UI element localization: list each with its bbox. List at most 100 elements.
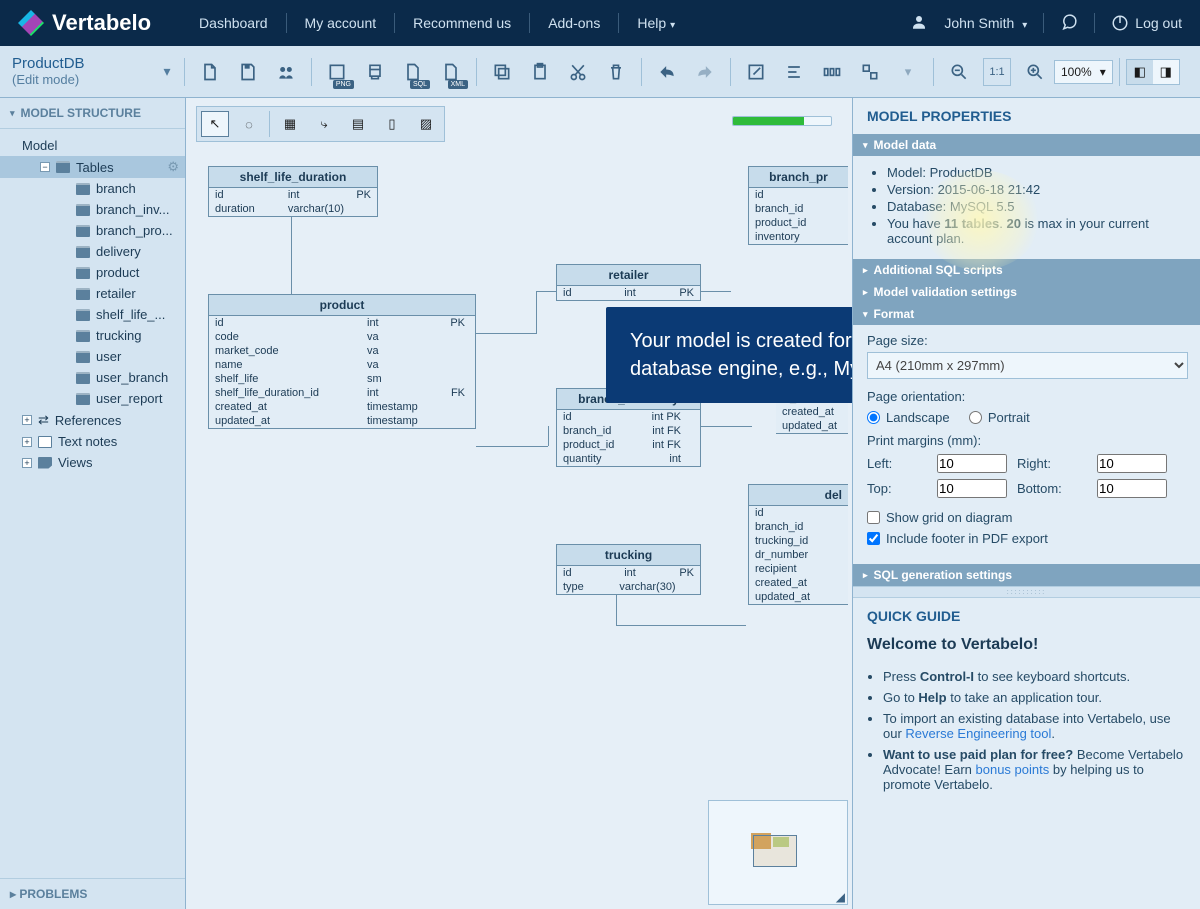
chat-icon[interactable] <box>1060 13 1078 34</box>
logout-button[interactable]: Log out <box>1111 14 1182 32</box>
delete-icon[interactable] <box>602 58 630 86</box>
edit-icon[interactable] <box>742 58 770 86</box>
export-sql-icon[interactable]: SQL <box>399 58 427 86</box>
section-format[interactable]: ▾Format <box>853 303 1200 325</box>
orientation-portrait-radio[interactable] <box>969 411 982 424</box>
select-area-icon[interactable]: ◌ <box>235 111 263 137</box>
entity-retailer[interactable]: retailer idintPK <box>556 264 701 301</box>
nav-help[interactable]: Help▾ <box>619 15 693 31</box>
tree-tables-group[interactable]: − Tables ⚙ <box>0 156 185 178</box>
print-icon[interactable] <box>361 58 389 86</box>
entity-product[interactable]: product idintPKcodevamarket_codevanameva… <box>208 294 476 429</box>
margin-bottom-input[interactable] <box>1097 479 1167 498</box>
entity-trucking[interactable]: trucking idintPKtypevarchar(30) <box>556 544 701 595</box>
brand-logo[interactable]: Vertabelo <box>18 10 151 36</box>
undo-icon[interactable] <box>653 58 681 86</box>
gear-icon[interactable]: ⚙ <box>167 159 179 175</box>
include-footer-checkbox[interactable] <box>867 532 880 545</box>
save-icon[interactable] <box>234 58 262 86</box>
tree-table-trucking[interactable]: trucking <box>0 325 185 346</box>
panel-resize-handle[interactable]: :::::::::: <box>853 586 1200 598</box>
page-size-select[interactable]: A4 (210mm x 297mm) <box>867 352 1188 379</box>
tree-views[interactable]: +Views <box>0 452 185 473</box>
panel-view-toggle[interactable]: ◧ ◨ <box>1126 59 1180 85</box>
export-png-icon[interactable]: PNG <box>323 58 351 86</box>
nav-recommend[interactable]: Recommend us <box>395 15 529 31</box>
model-structure-header[interactable]: ▾MODEL STRUCTURE <box>0 98 185 129</box>
cut-icon[interactable] <box>564 58 592 86</box>
quick-tip-help: Go to Help to take an application tour. <box>883 687 1186 708</box>
tree-table-product[interactable]: product <box>0 262 185 283</box>
tree-text-notes[interactable]: +Text notes <box>0 431 185 452</box>
reverse-engineering-link[interactable]: Reverse Engineering tool <box>905 726 1051 741</box>
add-note-icon[interactable]: ▯ <box>378 111 406 137</box>
tree-table-retailer[interactable]: retailer <box>0 283 185 304</box>
user-name-dropdown[interactable]: John Smith ▾ <box>944 15 1027 31</box>
quick-guide-welcome: Welcome to Vertabelo! <box>867 636 1186 654</box>
add-reference-icon[interactable]: ⤷ <box>310 111 338 137</box>
align-icon[interactable] <box>780 58 808 86</box>
tree-table-delivery[interactable]: delivery <box>0 241 185 262</box>
user-icon <box>910 13 928 34</box>
entity-branch-pr[interactable]: branch_pr idbranch_idproduct_idinventory <box>748 166 848 245</box>
redo-icon[interactable] <box>691 58 719 86</box>
nav-addons[interactable]: Add-ons <box>530 15 618 31</box>
distribute-h-icon[interactable] <box>818 58 846 86</box>
add-view-icon[interactable]: ▤ <box>344 111 372 137</box>
zoom-fit-icon[interactable]: 1:1 <box>983 58 1011 86</box>
distribute-v-icon[interactable] <box>856 58 884 86</box>
add-area-icon[interactable]: ▨ <box>412 111 440 137</box>
table-icon <box>76 393 90 405</box>
zoom-in-icon[interactable] <box>1021 58 1049 86</box>
tree-references[interactable]: +⇄References <box>0 409 185 431</box>
section-validation[interactable]: ▸Model validation settings <box>853 281 1200 303</box>
share-icon[interactable] <box>272 58 300 86</box>
section-model-data[interactable]: ▾Model data <box>853 134 1200 156</box>
arrange-icon[interactable]: ▾ <box>894 58 922 86</box>
tree-table-branch_inv[interactable]: branch_inv... <box>0 199 185 220</box>
canvas-toolbar: ↖ ◌ ▦ ⤷ ▤ ▯ ▨ <box>196 106 445 142</box>
copy-icon[interactable] <box>488 58 516 86</box>
pointer-tool-icon[interactable]: ↖ <box>201 111 229 137</box>
section-sql-generation[interactable]: ▸SQL generation settings <box>853 564 1200 586</box>
minimap[interactable]: ◢ <box>708 800 848 905</box>
orientation-landscape-radio[interactable] <box>867 411 880 424</box>
entity-shelf-life-duration[interactable]: shelf_life_duration idintPKdurationvarch… <box>208 166 378 217</box>
table-icon <box>76 309 90 321</box>
tree-table-branch[interactable]: branch <box>0 178 185 199</box>
margin-left-input[interactable] <box>937 454 1007 473</box>
model-dropdown-icon[interactable]: ▾ <box>156 63 178 80</box>
model-title[interactable]: ProductDB (Edit mode) <box>12 56 85 87</box>
section-additional-sql[interactable]: ▸Additional SQL scripts <box>853 259 1200 281</box>
tree-table-branch_pro[interactable]: branch_pro... <box>0 220 185 241</box>
quick-tip-paid: Want to use paid plan for free? Become V… <box>883 744 1186 795</box>
panel-right-icon[interactable]: ◨ <box>1153 60 1179 84</box>
nav-dashboard[interactable]: Dashboard <box>181 15 286 31</box>
problems-panel-header[interactable]: ▸ PROBLEMS <box>0 878 185 909</box>
zoom-value-select[interactable]: 100% ▾ <box>1054 60 1113 84</box>
add-table-icon[interactable]: ▦ <box>276 111 304 137</box>
nav-my-account[interactable]: My account <box>287 15 395 31</box>
bonus-points-link[interactable]: bonus points <box>976 762 1050 777</box>
table-icon <box>76 330 90 342</box>
tree-table-user[interactable]: user <box>0 346 185 367</box>
show-grid-checkbox[interactable] <box>867 511 880 524</box>
quick-guide-panel: QUICK GUIDE Welcome to Vertabelo! Press … <box>853 598 1200 909</box>
margin-right-input[interactable] <box>1097 454 1167 473</box>
margin-top-input[interactable] <box>937 479 1007 498</box>
tree-root-model[interactable]: Model <box>0 135 185 156</box>
logo-mark-icon <box>18 10 44 36</box>
panel-left-icon[interactable]: ◧ <box>1127 60 1153 84</box>
zoom-out-icon[interactable] <box>945 58 973 86</box>
export-xml-icon[interactable]: XML <box>437 58 465 86</box>
diagram-canvas[interactable]: ↖ ◌ ▦ ⤷ ▤ ▯ ▨ shelf_life_duration idintP… <box>186 98 853 909</box>
entity-delivery[interactable]: del idbranch_idtrucking_iddr_numberrecip… <box>748 484 848 605</box>
new-file-icon[interactable] <box>196 58 224 86</box>
tree-table-user_branch[interactable]: user_branch <box>0 367 185 388</box>
minimap-expand-icon[interactable]: ◢ <box>836 890 845 904</box>
tree-table-shelf_life_[interactable]: shelf_life_... <box>0 304 185 325</box>
paste-icon[interactable] <box>526 58 554 86</box>
collapse-icon[interactable]: − <box>40 162 50 172</box>
tree-table-user_report[interactable]: user_report <box>0 388 185 409</box>
tutorial-tooltip: Your model is created for a specific dat… <box>606 307 853 403</box>
